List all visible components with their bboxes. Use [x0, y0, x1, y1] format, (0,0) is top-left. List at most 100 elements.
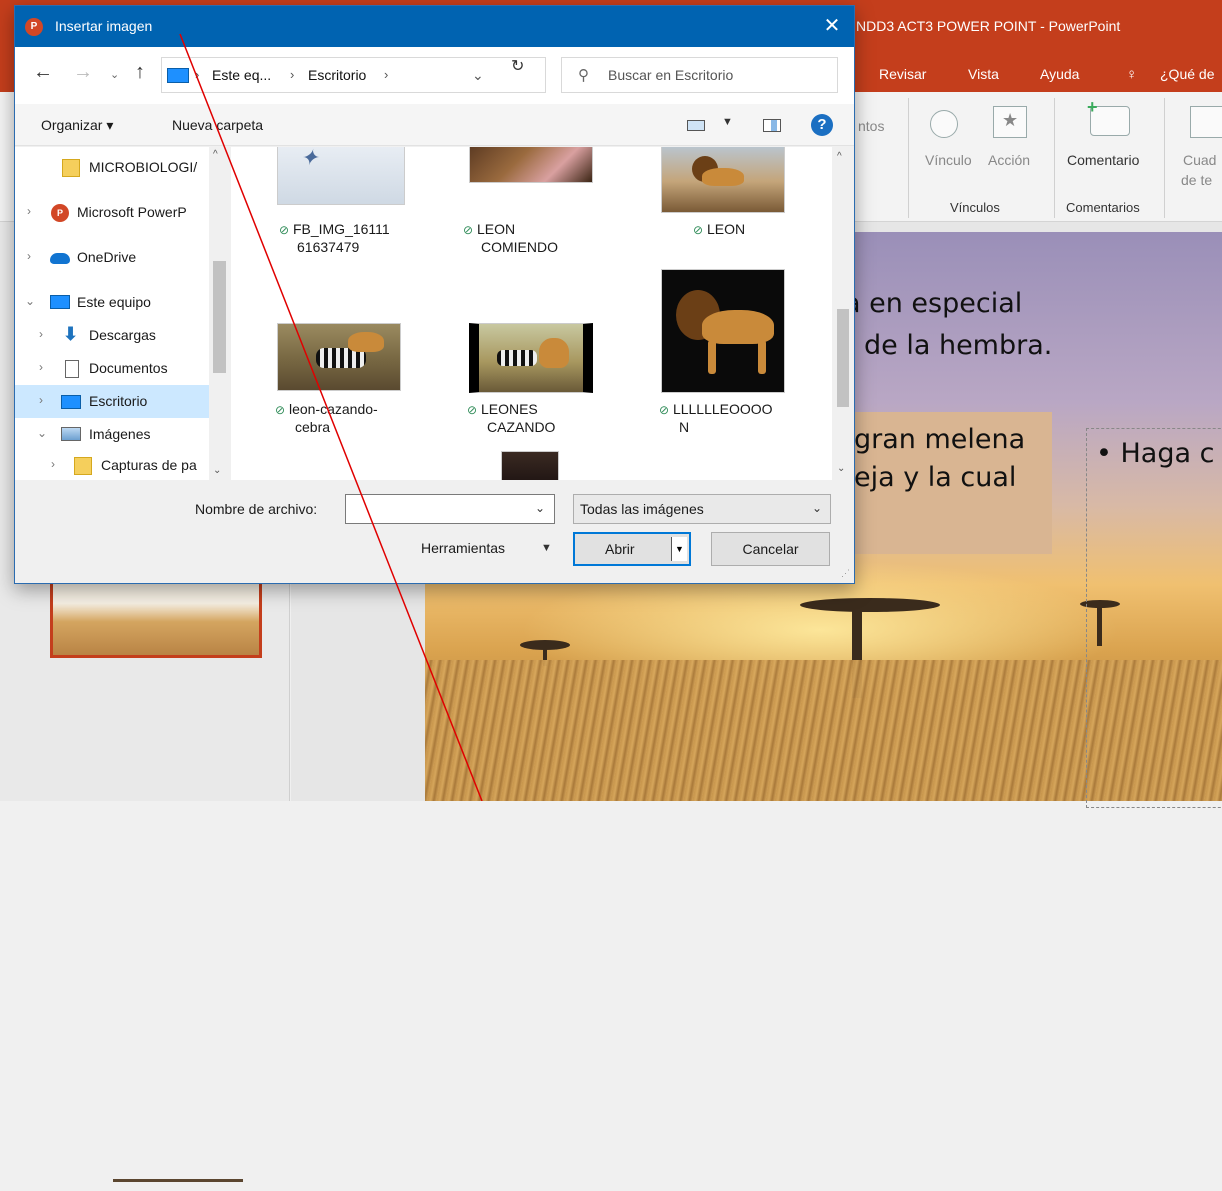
address-dropdown-chevron-icon[interactable]: ⌄ — [472, 67, 484, 84]
tools-dropdown-icon[interactable]: ▼ — [541, 542, 552, 554]
file-item[interactable] — [453, 447, 623, 480]
search-input[interactable] — [606, 64, 831, 86]
dialog-footer: Nombre de archivo: ⌄ Todas las imágenes … — [15, 480, 854, 583]
forward-arrow-icon[interactable]: → — [73, 61, 93, 84]
expand-chevron-icon[interactable]: › — [39, 327, 43, 341]
textbox-icon[interactable] — [1190, 106, 1222, 138]
file-name-line2: 61637479 — [297, 239, 360, 255]
recent-locations-chevron-icon[interactable]: ⌄ — [110, 68, 119, 81]
file-name-line1: ⊘ LEONES — [467, 401, 538, 417]
slide-thumbnail[interactable] — [50, 578, 262, 1182]
file-list-scrollbar-thumb[interactable] — [837, 309, 849, 407]
slide-text-line2[interactable]: de la hembra. — [864, 330, 1052, 361]
group-comments-label: Comentarios — [1066, 200, 1140, 215]
lion-body — [702, 168, 744, 186]
textbox-button-line2[interactable]: de te — [1181, 172, 1212, 188]
tree-item-escritorio[interactable]: › Escritorio — [15, 385, 209, 418]
content-placeholder[interactable] — [1086, 428, 1222, 808]
tab-ayuda[interactable]: Ayuda — [1040, 66, 1079, 82]
file-name-label: Nombre de archivo: — [195, 501, 318, 517]
breadcrumb-separator: › — [195, 67, 200, 82]
expand-chevron-icon[interactable]: › — [51, 457, 55, 471]
expand-chevron-icon[interactable]: › — [27, 204, 31, 218]
scroll-up-arrow-icon[interactable]: ^ — [213, 149, 218, 160]
file-item[interactable]: ✦ ⊘ FB_IMG_16111 61637479 — [261, 147, 431, 257]
tree-item-onedrive[interactable]: › OneDrive — [15, 243, 209, 273]
tell-me-search[interactable]: ¿Qué de — [1160, 66, 1214, 82]
tree-item-label: Imágenes — [89, 426, 151, 442]
tab-vista[interactable]: Vista — [968, 66, 999, 82]
collapse-chevron-icon[interactable]: ⌄ — [25, 294, 35, 308]
scroll-up-arrow-icon[interactable]: ^ — [837, 151, 842, 162]
file-name-dropdown-chevron-icon[interactable]: ⌄ — [535, 501, 545, 515]
sync-check-icon: ⊘ — [275, 403, 286, 417]
link-icon[interactable] — [930, 110, 958, 138]
slide-box-line1[interactable]: gran melena — [854, 424, 1025, 455]
action-button[interactable]: Acción — [988, 152, 1030, 168]
tree-item-microsoft-powerpoint[interactable]: › P Microsoft PowerP — [15, 198, 209, 228]
tools-button[interactable]: Herramientas — [421, 540, 505, 556]
new-folder-button[interactable]: Nueva carpeta — [172, 117, 263, 133]
textbox-button-line1[interactable]: Cuad — [1183, 152, 1216, 168]
up-arrow-icon[interactable]: ↑ — [135, 61, 145, 84]
file-name-input[interactable] — [345, 494, 555, 524]
collapse-chevron-icon[interactable]: ⌄ — [37, 426, 47, 440]
refresh-icon[interactable]: ↻ — [511, 56, 524, 76]
open-button[interactable]: Abrir ▼ — [573, 532, 691, 566]
address-bar[interactable]: › Este eq... › Escritorio › ⌄ — [161, 57, 546, 93]
link-button[interactable]: Vínculo — [925, 152, 972, 168]
tab-revisar[interactable]: Revisar — [879, 66, 926, 82]
tree-item-este-equipo[interactable]: ⌄ Este equipo — [15, 288, 209, 318]
thumbnail-logo-icon: ✦ — [300, 147, 319, 171]
breadcrumb-escritorio[interactable]: Escritorio — [308, 67, 366, 83]
lightbulb-icon[interactable]: ♀ — [1126, 66, 1137, 83]
tree-item-microbiologia[interactable]: MICROBIOLOGI/ — [15, 153, 209, 183]
tree-item-capturas[interactable]: › Capturas de pa — [15, 451, 209, 480]
slide-box-line2[interactable]: eja y la cual — [854, 462, 1016, 493]
view-options-icon[interactable] — [687, 120, 705, 131]
expand-chevron-icon[interactable]: › — [39, 393, 43, 407]
comment-icon[interactable]: + — [1087, 97, 1130, 136]
close-icon[interactable]: ✕ — [810, 6, 854, 47]
navigation-scrollbar-thumb[interactable] — [213, 261, 226, 373]
desktop-icon — [61, 395, 81, 409]
organize-button[interactable]: Organizar ▾ — [41, 117, 113, 134]
file-type-filter-select[interactable]: Todas las imágenes ⌄ — [573, 494, 831, 524]
action-star-icon[interactable]: ★ — [993, 106, 1027, 138]
breadcrumb-este-equipo[interactable]: Este eq... — [212, 67, 271, 83]
preview-pane-icon[interactable] — [763, 119, 781, 132]
cancel-button[interactable]: Cancelar — [711, 532, 830, 566]
search-box[interactable]: ⚲ — [561, 57, 838, 93]
resize-grip-icon[interactable]: ⋰ — [841, 568, 850, 579]
tree-item-imagenes[interactable]: ⌄ Imágenes — [15, 420, 209, 450]
open-options-dropdown-icon[interactable]: ▼ — [671, 537, 687, 561]
comment-button[interactable]: Comentario — [1067, 152, 1139, 168]
back-arrow-icon[interactable]: ← — [33, 61, 53, 84]
file-thumbnail: ✦ — [277, 147, 405, 205]
expand-chevron-icon[interactable]: › — [39, 360, 43, 374]
slide-text-line1[interactable]: a en especial — [844, 288, 1022, 319]
file-item[interactable]: ⊘ LLLLLLEOOOO N — [645, 269, 815, 435]
file-item[interactable]: ⊘ leon-cazando- cebra — [261, 269, 431, 435]
file-list-scrollbar[interactable]: ^ ⌄ — [832, 147, 854, 480]
wildebeest-shape — [497, 350, 537, 366]
scroll-down-arrow-icon[interactable]: ⌄ — [213, 465, 221, 476]
file-name-line1: ⊘ LLLLLLEOOOO — [659, 401, 773, 417]
tree-item-descargas[interactable]: › ⬇ Descargas — [15, 321, 209, 351]
tree-item-documentos[interactable]: › Documentos — [15, 354, 209, 384]
help-icon[interactable]: ? — [811, 114, 833, 136]
file-name-line1: ⊘ LEON — [693, 221, 746, 237]
ribbon-separator — [908, 98, 909, 218]
file-item[interactable]: ⊘ LEONES CAZANDO — [453, 269, 623, 435]
ribbon-separator — [1054, 98, 1055, 218]
tree-item-label: MICROBIOLOGI/ — [89, 159, 198, 175]
expand-chevron-icon[interactable]: › — [27, 249, 31, 263]
scroll-down-arrow-icon[interactable]: ⌄ — [837, 463, 845, 474]
navigation-scrollbar[interactable]: ^ ⌄ — [209, 147, 230, 480]
view-dropdown-icon[interactable]: ▼ — [722, 116, 733, 128]
file-item[interactable]: ⊘ LEON COMIENDO — [453, 147, 623, 257]
file-item[interactable]: ⊘ LEON — [645, 147, 815, 257]
placeholder-text[interactable]: • Haga c — [1096, 438, 1214, 469]
lion-leg — [758, 340, 766, 374]
dialog-title-bar[interactable]: P Insertar imagen ✕ — [15, 6, 854, 47]
